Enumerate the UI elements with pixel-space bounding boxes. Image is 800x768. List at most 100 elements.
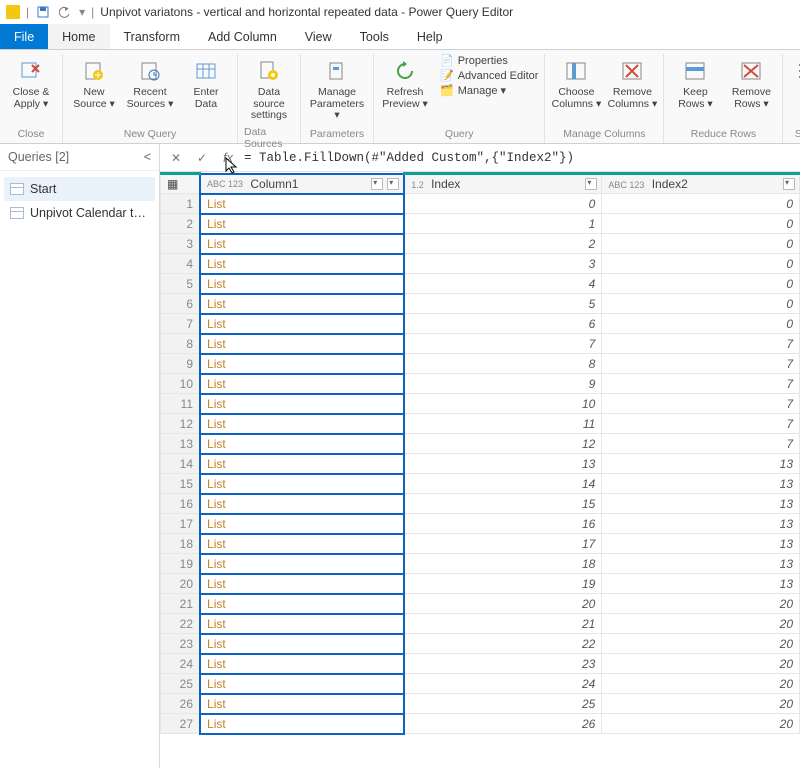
cell-column1[interactable]: List — [200, 654, 404, 674]
table-row[interactable]: 27List2620 — [161, 714, 800, 734]
cell-column1[interactable]: List — [200, 354, 404, 374]
row-number[interactable]: 20 — [161, 574, 201, 594]
cell-index2[interactable]: 13 — [602, 514, 800, 534]
cell-index2[interactable]: 0 — [602, 314, 800, 334]
cell-column1[interactable]: List — [200, 634, 404, 654]
cell-index[interactable]: 18 — [404, 554, 602, 574]
cell-index[interactable]: 22 — [404, 634, 602, 654]
cell-column1[interactable]: List — [200, 614, 404, 634]
row-number[interactable]: 26 — [161, 694, 201, 714]
cell-index2[interactable]: 0 — [602, 294, 800, 314]
row-number[interactable]: 25 — [161, 674, 201, 694]
cell-index2[interactable]: 13 — [602, 494, 800, 514]
row-number[interactable]: 23 — [161, 634, 201, 654]
cell-index[interactable]: 20 — [404, 594, 602, 614]
cell-column1[interactable]: List — [200, 594, 404, 614]
tab-view[interactable]: View — [291, 24, 346, 49]
cell-column1[interactable]: List — [200, 674, 404, 694]
cell-index2[interactable]: 20 — [602, 614, 800, 634]
cell-index[interactable]: 26 — [404, 714, 602, 734]
cell-column1[interactable]: List — [200, 314, 404, 334]
cell-index2[interactable]: 0 — [602, 254, 800, 274]
table-row[interactable]: 20List1913 — [161, 574, 800, 594]
cell-index[interactable]: 4 — [404, 274, 602, 294]
properties-button[interactable]: 📄Properties — [440, 54, 538, 67]
row-number[interactable]: 18 — [161, 534, 201, 554]
cell-column1[interactable]: List — [200, 454, 404, 474]
col-header-column1[interactable]: ABC 123 Column1 — [200, 174, 404, 194]
row-number[interactable]: 27 — [161, 714, 201, 734]
cell-column1[interactable]: List — [200, 374, 404, 394]
cell-index[interactable]: 21 — [404, 614, 602, 634]
row-number[interactable]: 12 — [161, 414, 201, 434]
cell-column1[interactable]: List — [200, 554, 404, 574]
cell-index[interactable]: 3 — [404, 254, 602, 274]
cell-index2[interactable]: 20 — [602, 694, 800, 714]
table-row[interactable]: 3List20 — [161, 234, 800, 254]
table-row[interactable]: 21List2020 — [161, 594, 800, 614]
row-number[interactable]: 3 — [161, 234, 201, 254]
cell-index[interactable]: 24 — [404, 674, 602, 694]
cell-index2[interactable]: 13 — [602, 574, 800, 594]
cell-column1[interactable]: List — [200, 414, 404, 434]
cell-column1[interactable]: List — [200, 194, 404, 214]
tab-help[interactable]: Help — [403, 24, 457, 49]
row-number[interactable]: 1 — [161, 194, 201, 214]
close-apply-button[interactable]: Close & Apply ▾ — [6, 54, 56, 114]
table-row[interactable]: 14List1313 — [161, 454, 800, 474]
table-row[interactable]: 23List2220 — [161, 634, 800, 654]
table-row[interactable]: 12List117 — [161, 414, 800, 434]
sort-button[interactable]: S — [789, 54, 800, 101]
cell-column1[interactable]: List — [200, 214, 404, 234]
cell-index2[interactable]: 7 — [602, 354, 800, 374]
table-row[interactable]: 24List2320 — [161, 654, 800, 674]
cell-column1[interactable]: List — [200, 254, 404, 274]
cell-column1[interactable]: List — [200, 694, 404, 714]
row-number[interactable]: 4 — [161, 254, 201, 274]
col1-filter[interactable] — [371, 178, 383, 190]
keep-rows-button[interactable]: Keep Rows ▾ — [670, 54, 720, 114]
tab-addcolumn[interactable]: Add Column — [194, 24, 291, 49]
row-number[interactable]: 6 — [161, 294, 201, 314]
cell-index2[interactable]: 20 — [602, 654, 800, 674]
table-row[interactable]: 13List127 — [161, 434, 800, 454]
cell-column1[interactable]: List — [200, 394, 404, 414]
row-number[interactable]: 8 — [161, 334, 201, 354]
cell-index2[interactable]: 13 — [602, 534, 800, 554]
cell-index[interactable]: 17 — [404, 534, 602, 554]
remove-columns-button[interactable]: Remove Columns ▾ — [607, 54, 657, 114]
row-number[interactable]: 22 — [161, 614, 201, 634]
row-number[interactable]: 10 — [161, 374, 201, 394]
cell-index[interactable]: 16 — [404, 514, 602, 534]
cell-column1[interactable]: List — [200, 334, 404, 354]
cell-column1[interactable]: List — [200, 434, 404, 454]
cell-index[interactable]: 0 — [404, 194, 602, 214]
manage-button[interactable]: 🗂️Manage ▾ — [440, 84, 538, 97]
advanced-editor-button[interactable]: 📝Advanced Editor — [440, 69, 538, 82]
col-header-index[interactable]: 1.2 Index — [404, 174, 602, 194]
row-number[interactable]: 24 — [161, 654, 201, 674]
row-number[interactable]: 21 — [161, 594, 201, 614]
cell-index2[interactable]: 0 — [602, 194, 800, 214]
cell-index2[interactable]: 7 — [602, 434, 800, 454]
cell-index2[interactable]: 0 — [602, 234, 800, 254]
table-row[interactable]: 8List77 — [161, 334, 800, 354]
cell-index[interactable]: 1 — [404, 214, 602, 234]
row-number[interactable]: 16 — [161, 494, 201, 514]
commit-icon[interactable]: ✓ — [192, 148, 212, 168]
row-number[interactable]: 14 — [161, 454, 201, 474]
col2-filter[interactable] — [585, 178, 597, 190]
table-row[interactable]: 11List107 — [161, 394, 800, 414]
row-number[interactable]: 2 — [161, 214, 201, 234]
cell-index[interactable]: 9 — [404, 374, 602, 394]
save-icon[interactable] — [35, 4, 51, 20]
cell-index[interactable]: 12 — [404, 434, 602, 454]
table-row[interactable]: 25List2420 — [161, 674, 800, 694]
table-row[interactable]: 4List30 — [161, 254, 800, 274]
table-row[interactable]: 18List1713 — [161, 534, 800, 554]
table-row[interactable]: 10List97 — [161, 374, 800, 394]
tab-transform[interactable]: Transform — [110, 24, 195, 49]
remove-rows-button[interactable]: Remove Rows ▾ — [726, 54, 776, 114]
table-row[interactable]: 22List2120 — [161, 614, 800, 634]
col-header-index2[interactable]: ABC 123 Index2 — [602, 174, 800, 194]
